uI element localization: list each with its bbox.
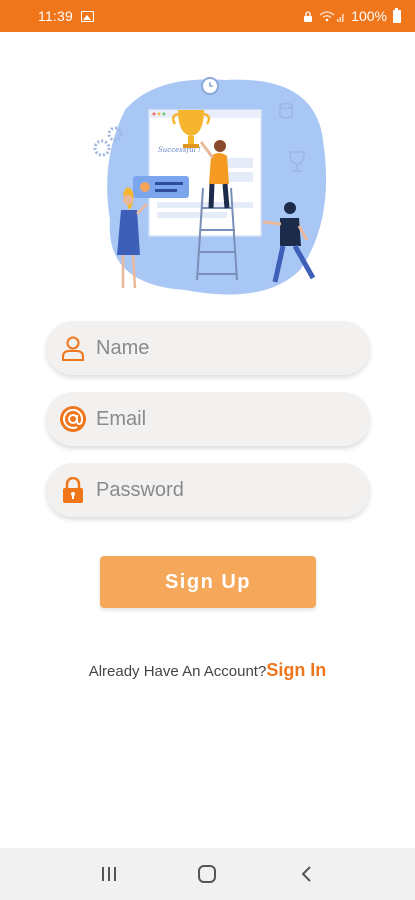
status-time: 11:39 [38, 8, 73, 24]
back-icon[interactable] [286, 854, 326, 894]
email-input[interactable] [96, 392, 370, 446]
gallery-icon [81, 10, 94, 22]
wifi-icon [319, 10, 344, 22]
password-field[interactable] [46, 463, 370, 517]
success-illustration: Successful ! [93, 77, 327, 295]
signin-prompt-text: Already Have An Account? [88, 663, 267, 680]
status-bar: 11:39 100% [0, 0, 415, 32]
signin-link[interactable]: Sign In [266, 660, 326, 680]
signin-prompt-row: Already Have An Account?Sign In [0, 660, 415, 681]
user-icon [60, 335, 86, 361]
status-icons: 100% [303, 7, 401, 24]
padlock-icon [60, 477, 86, 503]
lock-status-icon [304, 10, 313, 22]
home-icon[interactable] [187, 854, 227, 894]
password-input[interactable] [96, 463, 370, 517]
at-icon [60, 406, 86, 432]
battery-percentage: 100% [351, 8, 387, 24]
name-field[interactable] [46, 321, 370, 375]
name-input[interactable] [96, 321, 370, 375]
email-field[interactable] [46, 392, 370, 446]
recents-icon[interactable] [89, 854, 129, 894]
battery-icon [393, 7, 401, 23]
system-nav-bar [0, 848, 415, 900]
signup-button[interactable]: Sign Up [100, 556, 316, 608]
